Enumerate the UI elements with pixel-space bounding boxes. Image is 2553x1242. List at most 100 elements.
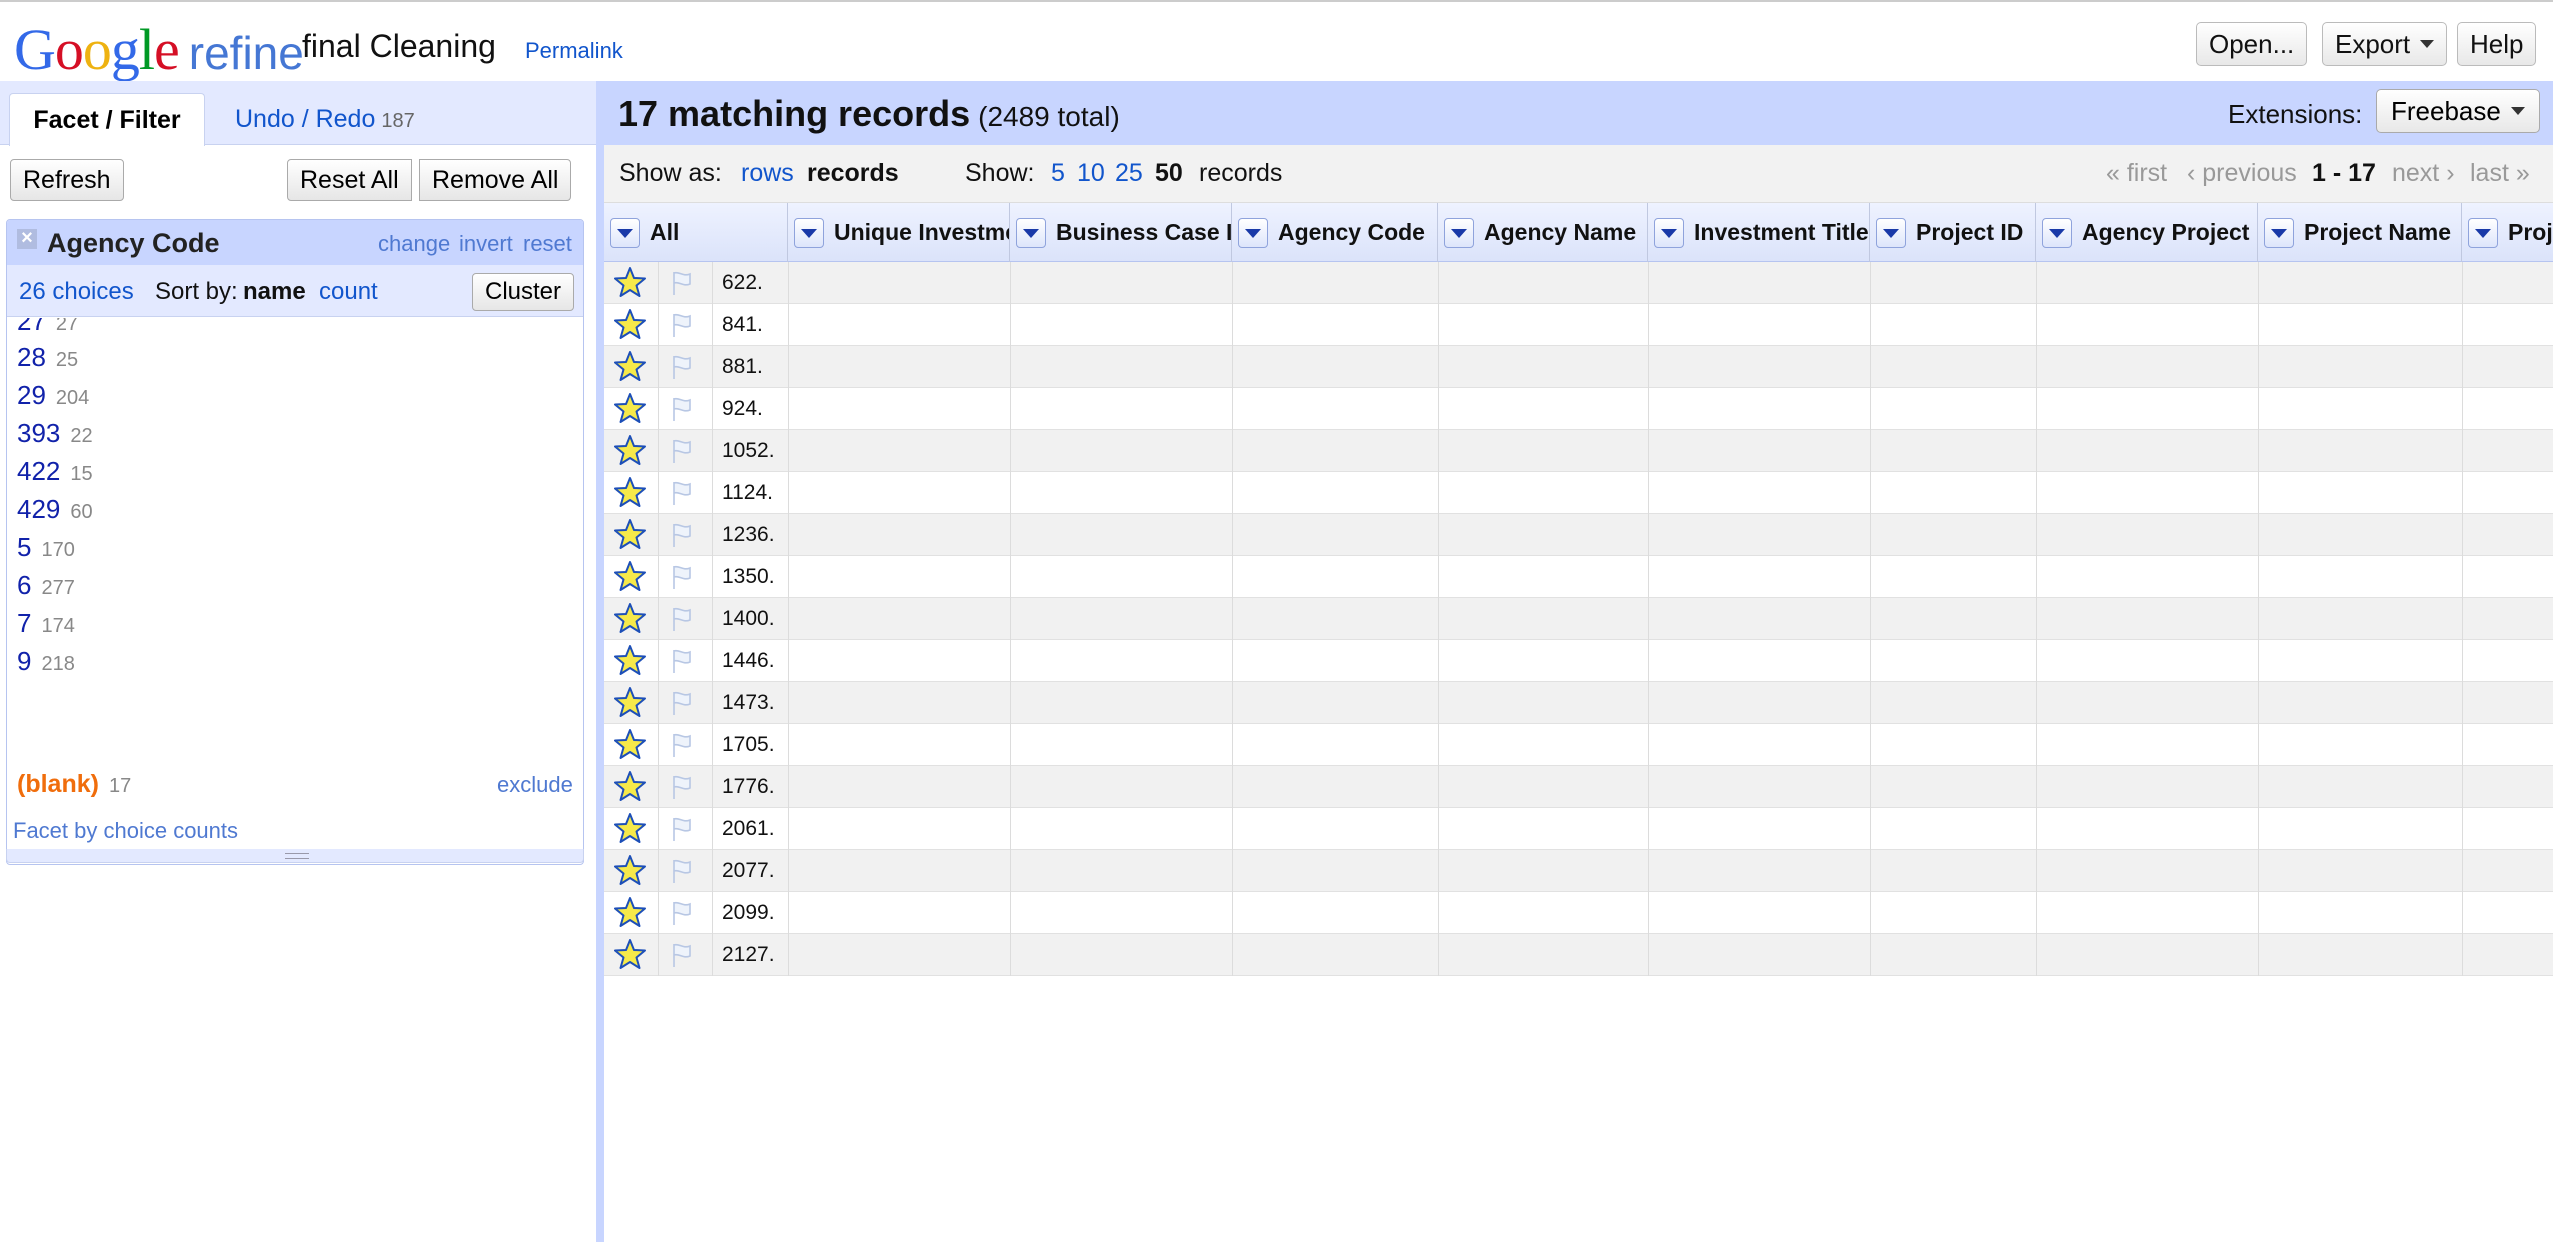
- flag-icon[interactable]: [668, 353, 696, 381]
- column-menu-dropdown-icon[interactable]: [794, 218, 824, 248]
- refresh-button[interactable]: Refresh: [10, 159, 124, 201]
- column-header[interactable]: Unique Investme: [788, 203, 1010, 262]
- column-header[interactable]: Agency Project I: [2036, 203, 2258, 262]
- table-row[interactable]: 924.: [604, 388, 2553, 430]
- show-as-rows-link[interactable]: rows: [741, 159, 794, 188]
- column-menu-dropdown-icon[interactable]: [610, 218, 640, 248]
- flag-icon[interactable]: [668, 731, 696, 759]
- facet-choice[interactable]: 27 27: [17, 318, 78, 340]
- flag-icon[interactable]: [668, 647, 696, 675]
- choices-count-link[interactable]: 26 choices: [19, 278, 134, 306]
- page-size-5[interactable]: 5: [1051, 159, 1065, 188]
- choice-name[interactable]: 28: [17, 342, 46, 373]
- facet-choice[interactable]: 7 174: [17, 608, 75, 642]
- column-header[interactable]: Proj: [2462, 203, 2553, 262]
- column-menu-dropdown-icon[interactable]: [2042, 218, 2072, 248]
- facet-reset-link[interactable]: reset: [523, 231, 572, 257]
- facet-invert-link[interactable]: invert: [459, 231, 513, 257]
- star-icon[interactable]: [614, 686, 646, 718]
- sort-by-count-link[interactable]: count: [319, 278, 378, 306]
- star-icon[interactable]: [614, 350, 646, 382]
- star-icon[interactable]: [614, 476, 646, 508]
- table-row[interactable]: 1776.: [604, 766, 2553, 808]
- choice-name[interactable]: 5: [17, 532, 31, 563]
- flag-icon[interactable]: [668, 857, 696, 885]
- choice-name[interactable]: 422: [17, 456, 60, 487]
- flag-icon[interactable]: [668, 521, 696, 549]
- column-header[interactable]: Agency Code: [1232, 203, 1438, 262]
- choice-name[interactable]: 393: [17, 418, 60, 449]
- google-refine-logo[interactable]: Google refine: [14, 16, 304, 82]
- table-row[interactable]: 2061.: [604, 808, 2553, 850]
- column-menu-dropdown-icon[interactable]: [2264, 218, 2294, 248]
- flag-icon[interactable]: [668, 605, 696, 633]
- facet-choice[interactable]: 429 60: [17, 494, 93, 528]
- facet-choice[interactable]: 28 25: [17, 342, 78, 376]
- table-row[interactable]: 841.: [604, 304, 2553, 346]
- table-row[interactable]: 1124.: [604, 472, 2553, 514]
- permalink-link[interactable]: Permalink: [525, 38, 623, 64]
- table-row[interactable]: 1705.: [604, 724, 2553, 766]
- table-row[interactable]: 1400.: [604, 598, 2553, 640]
- column-menu-dropdown-icon[interactable]: [1238, 218, 1268, 248]
- page-size-10[interactable]: 10: [1077, 159, 1105, 188]
- flag-icon[interactable]: [668, 437, 696, 465]
- star-icon[interactable]: [614, 644, 646, 676]
- star-icon[interactable]: [614, 392, 646, 424]
- choice-name[interactable]: 29: [17, 380, 46, 411]
- star-icon[interactable]: [614, 266, 646, 298]
- table-row[interactable]: 1350.: [604, 556, 2553, 598]
- column-menu-dropdown-icon[interactable]: [1654, 218, 1684, 248]
- facet-resize-handle[interactable]: [6, 849, 584, 863]
- table-row[interactable]: 2127.: [604, 934, 2553, 976]
- column-header-all[interactable]: All: [604, 203, 788, 262]
- choice-name[interactable]: 6: [17, 570, 31, 601]
- tab-undo-redo[interactable]: Undo / Redo 187: [235, 105, 415, 134]
- facet-change-link[interactable]: change: [378, 231, 450, 257]
- project-name[interactable]: final Cleaning: [302, 28, 496, 65]
- flag-icon[interactable]: [668, 899, 696, 927]
- column-header[interactable]: Investment Title: [1648, 203, 1870, 262]
- column-header[interactable]: Business Case I: [1010, 203, 1232, 262]
- choice-name[interactable]: 27: [17, 318, 46, 337]
- facet-choice[interactable]: 422 15: [17, 456, 93, 490]
- star-icon[interactable]: [614, 938, 646, 970]
- table-row[interactable]: 881.: [604, 346, 2553, 388]
- star-icon[interactable]: [614, 560, 646, 592]
- choice-name[interactable]: 7: [17, 608, 31, 639]
- facet-choices-list[interactable]: 27 27 28 25 29 204 393 22 422 15 429 60 5 170 6…: [7, 318, 583, 758]
- star-icon[interactable]: [614, 308, 646, 340]
- facet-choice-blank[interactable]: (blank) 17: [17, 770, 131, 799]
- table-row[interactable]: 1446.: [604, 640, 2553, 682]
- flag-icon[interactable]: [668, 689, 696, 717]
- remove-all-button[interactable]: Remove All: [419, 159, 572, 201]
- column-menu-dropdown-icon[interactable]: [1016, 218, 1046, 248]
- column-menu-dropdown-icon[interactable]: [1444, 218, 1474, 248]
- page-size-25[interactable]: 25: [1115, 159, 1143, 188]
- facet-choice[interactable]: 6 277: [17, 570, 75, 604]
- flag-icon[interactable]: [668, 269, 696, 297]
- help-button[interactable]: Help: [2457, 22, 2537, 66]
- column-header[interactable]: Project Name: [2258, 203, 2462, 262]
- table-row[interactable]: 1052.: [604, 430, 2553, 472]
- export-button[interactable]: Export: [2322, 22, 2448, 66]
- choice-name[interactable]: 429: [17, 494, 60, 525]
- tab-facet-filter[interactable]: Facet / Filter: [9, 93, 205, 146]
- flag-icon[interactable]: [668, 941, 696, 969]
- sort-by-name[interactable]: name: [243, 278, 306, 306]
- flag-icon[interactable]: [668, 311, 696, 339]
- column-header[interactable]: Project ID: [1870, 203, 2036, 262]
- flag-icon[interactable]: [668, 395, 696, 423]
- star-icon[interactable]: [614, 434, 646, 466]
- facet-choice[interactable]: 29 204: [17, 380, 89, 414]
- table-row[interactable]: 1236.: [604, 514, 2553, 556]
- table-row[interactable]: 2077.: [604, 850, 2553, 892]
- column-header[interactable]: Agency Name: [1438, 203, 1648, 262]
- facet-choice[interactable]: 5 170: [17, 532, 75, 566]
- facet-by-choice-counts-link[interactable]: Facet by choice counts: [13, 818, 238, 844]
- table-row[interactable]: 622.: [604, 262, 2553, 304]
- column-menu-dropdown-icon[interactable]: [1876, 218, 1906, 248]
- star-icon[interactable]: [614, 896, 646, 928]
- star-icon[interactable]: [614, 602, 646, 634]
- panel-divider[interactable]: [596, 81, 604, 1242]
